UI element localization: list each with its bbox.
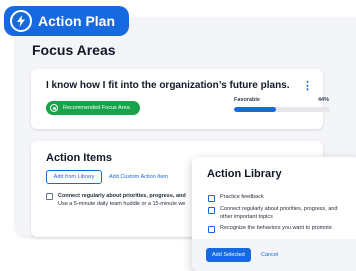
- focus-area-card[interactable]: I know how I fit into the organization’s…: [31, 69, 330, 129]
- library-item-label: Practice feedback: [220, 194, 264, 200]
- radio-dot-icon: [50, 104, 58, 112]
- action-library-list: Practice feedback Connect regularly abou…: [208, 194, 356, 237]
- focus-statement: I know how I fit into the organization’s…: [46, 80, 290, 91]
- library-item[interactable]: Practice feedback: [208, 194, 356, 202]
- recommended-focus-badge: Recommended Focus Area: [46, 101, 140, 115]
- action-items-heading: Action Items: [46, 152, 113, 164]
- add-selected-button[interactable]: Add Selected: [206, 248, 251, 262]
- cancel-button[interactable]: Cancel: [261, 248, 278, 262]
- recommended-label: Recommended Focus Area: [63, 105, 130, 111]
- library-item-label: Recognize the behaviors you want to prom…: [220, 225, 332, 231]
- action-item-title: Connect regularly about priorities, prog…: [58, 193, 186, 199]
- action-item-checkbox[interactable]: [46, 193, 53, 200]
- lightning-bolt-icon: [10, 10, 32, 32]
- dialog-footer: Add Selected Cancel: [192, 239, 356, 271]
- favorable-progress-bar: [234, 107, 330, 112]
- library-item-checkbox[interactable]: [208, 195, 215, 202]
- library-item-checkbox[interactable]: [208, 226, 215, 233]
- app-title: Action Plan: [38, 13, 116, 29]
- action-library-dialog: Action Library Practice feedback Connect…: [192, 157, 356, 271]
- library-item[interactable]: Connect regularly about priorities, prog…: [208, 206, 356, 221]
- kebab-menu-icon[interactable]: ⋮: [302, 79, 313, 92]
- library-item-label: Connect regularly about priorities, prog…: [220, 206, 338, 220]
- action-library-title: Action Library: [207, 168, 282, 180]
- favorable-percent: 44%: [318, 97, 330, 103]
- add-custom-action-item-button[interactable]: Add Custom Action Item: [109, 170, 168, 184]
- action-item-row[interactable]: Connect regularly about priorities, prog…: [46, 192, 186, 208]
- app-title-badge: Action Plan: [4, 6, 130, 36]
- focus-areas-heading: Focus Areas: [32, 42, 116, 58]
- library-item[interactable]: Recognize the behaviors you want to prom…: [208, 225, 356, 233]
- favorable-label: Favorable: [234, 97, 260, 103]
- library-item-checkbox[interactable]: [208, 207, 215, 214]
- favorable-progress-fill: [234, 107, 277, 112]
- action-item-subtitle: Use a 5-minute daily team huddle or a 15…: [58, 201, 186, 207]
- action-item-text: Connect regularly about priorities, prog…: [58, 192, 186, 208]
- add-from-library-button[interactable]: Add from Library: [46, 170, 102, 184]
